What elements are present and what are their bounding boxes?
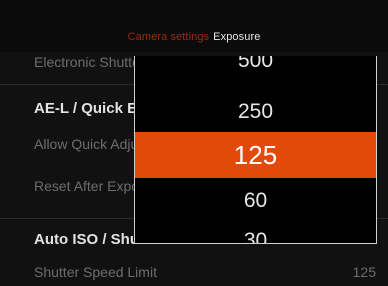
header-title: Camera settings Exposure (0, 31, 388, 43)
picker-option-selected[interactable]: 125 (135, 132, 376, 178)
shutter-speed-picker[interactable]: 500 250 125 60 30 (134, 56, 377, 244)
setting-shutter-speed-limit[interactable]: Shutter Speed Limit 125 (0, 262, 388, 284)
picker-option[interactable]: 500 (135, 56, 376, 71)
picker-option[interactable]: 250 (135, 101, 376, 122)
camera-settings-screen: Electronic Shutter [ ] AE-L / Quick Expo… (0, 0, 388, 286)
setting-label: Electronic Shutter (34, 54, 145, 70)
picker-option[interactable]: 60 (135, 190, 376, 211)
screen-header: Camera settings Exposure (0, 0, 388, 52)
page-title: Exposure (213, 31, 261, 43)
setting-label: Shutter Speed Limit (34, 264, 157, 280)
breadcrumb[interactable]: Camera settings (128, 31, 210, 43)
picker-option[interactable]: 30 (135, 230, 376, 243)
setting-value: 125 (352, 264, 376, 280)
